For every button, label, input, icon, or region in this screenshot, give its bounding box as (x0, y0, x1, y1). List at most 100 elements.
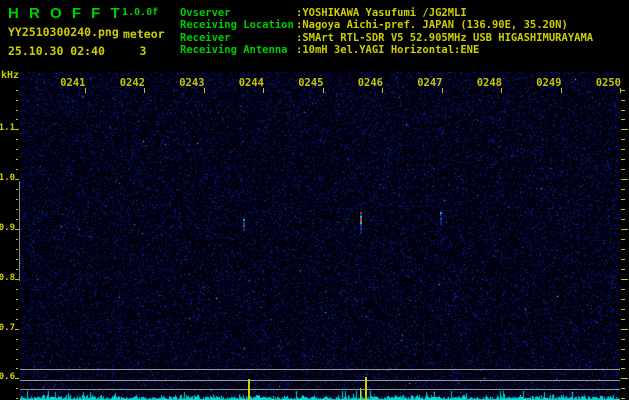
y-tick-right (621, 259, 625, 260)
y-axis-unit-label: kHz (1, 70, 19, 81)
y-tick (16, 249, 18, 250)
y-tick-right (621, 90, 625, 91)
y-tick (16, 319, 18, 320)
y-tick-right (621, 309, 625, 310)
frequency-range-bar (19, 181, 20, 281)
y-tick (16, 119, 18, 120)
app-title: H R O F F T (8, 5, 123, 22)
x-time-tick (263, 88, 264, 93)
y-tick (15, 329, 19, 330)
y-tick-right (621, 129, 628, 130)
output-filename: YY2510300240.png (8, 25, 119, 39)
y-tick (16, 90, 18, 91)
hrofft-window: H R O F F T 1.0.0f YY2510300240.png mete… (0, 0, 629, 400)
observation-datetime: 25.10.30 02:40 (8, 44, 105, 58)
y-tick-right (621, 199, 625, 200)
y-tick-right (621, 239, 625, 240)
y-tick (16, 259, 18, 260)
y-tick-right (621, 329, 628, 330)
y-tick-right (621, 299, 625, 300)
x-time-tick (323, 88, 324, 93)
reference-line (20, 389, 620, 390)
y-tick-right (621, 139, 625, 140)
y-tick-right (621, 339, 625, 340)
y-tick (15, 378, 19, 379)
y-tick (16, 339, 18, 340)
y-tick-right (621, 110, 625, 111)
y-tick-right (621, 159, 625, 160)
y-tick-right (621, 319, 625, 320)
info-value: :YOSHIKAWA Yasufumi /JG2MLI (296, 7, 467, 19)
info-label: Receiving Antenna (180, 44, 296, 56)
y-tick-right (621, 398, 625, 399)
y-tick-right (621, 219, 625, 220)
x-time-tick (144, 88, 145, 93)
x-time-label: 0245 (294, 78, 324, 89)
y-tick (16, 189, 18, 190)
x-time-label: 0241 (56, 78, 86, 89)
info-label: Receiver (180, 32, 296, 44)
x-time-label: 0248 (472, 78, 502, 89)
spectrogram-canvas (20, 72, 620, 400)
info-value: :10mH 3el.YAGI Horizontal:ENE (296, 44, 479, 56)
x-time-tick (204, 88, 205, 93)
echo-segment (440, 224, 442, 226)
reference-line (20, 380, 620, 381)
y-tick (16, 388, 18, 389)
meteor-count: 3 (133, 44, 153, 58)
y-tick (16, 199, 18, 200)
x-time-label: 0247 (413, 78, 443, 89)
x-time-label: 0242 (115, 78, 145, 89)
y-tick (16, 368, 18, 369)
y-tick (16, 149, 18, 150)
echo-trace (243, 217, 245, 231)
x-time-tick (85, 88, 86, 93)
y-tick-right (621, 229, 628, 230)
y-tick-right (621, 289, 625, 290)
info-row: Receiving Antenna:10mH 3el.YAGI Horizont… (180, 44, 593, 56)
y-tick (16, 398, 18, 399)
y-tick-right (621, 279, 628, 280)
y-tick-right (621, 179, 628, 180)
y-tick-right (621, 169, 625, 170)
meteor-marker (360, 388, 361, 400)
info-label: Receiving Location (180, 19, 296, 31)
y-tick (15, 129, 19, 130)
y-tick-right (621, 269, 625, 270)
echo-trace (440, 210, 442, 226)
y-tick-label: 0.8 (0, 274, 16, 283)
y-tick (16, 239, 18, 240)
info-label: Ovserver (180, 7, 296, 19)
x-time-label: 0249 (532, 78, 562, 89)
y-tick (16, 349, 18, 350)
observation-mode: meteor (123, 27, 165, 41)
y-tick-label: 0.7 (0, 324, 16, 333)
y-tick (16, 169, 18, 170)
y-tick-right (621, 209, 625, 210)
echo-segment (360, 232, 362, 234)
reference-line (20, 369, 620, 370)
y-tick-right (621, 100, 625, 101)
meteor-marker (365, 377, 367, 400)
x-time-tick (620, 88, 621, 93)
station-info: Ovserver:YOSHIKAWA Yasufumi /JG2MLI Recei… (180, 7, 593, 57)
info-row: Receiver:SMArt RTL-SDR V5 52.905MHz USB … (180, 32, 593, 44)
x-time-label: 0246 (353, 78, 383, 89)
y-tick (16, 219, 18, 220)
y-tick (16, 359, 18, 360)
meteor-marker (248, 379, 250, 400)
y-tick-right (621, 189, 625, 190)
y-tick (16, 269, 18, 270)
app-version: 1.0.0f (122, 7, 158, 18)
x-time-label: 0244 (234, 78, 264, 89)
echo-segment (243, 229, 245, 231)
y-tick (16, 209, 18, 210)
x-time-tick (561, 88, 562, 93)
y-tick (16, 299, 18, 300)
echo-trace (360, 212, 362, 234)
y-tick-label: 0.9 (0, 224, 16, 233)
y-tick-label: 0.6 (0, 373, 16, 382)
y-tick (16, 100, 18, 101)
y-tick (16, 289, 18, 290)
y-tick (16, 309, 18, 310)
